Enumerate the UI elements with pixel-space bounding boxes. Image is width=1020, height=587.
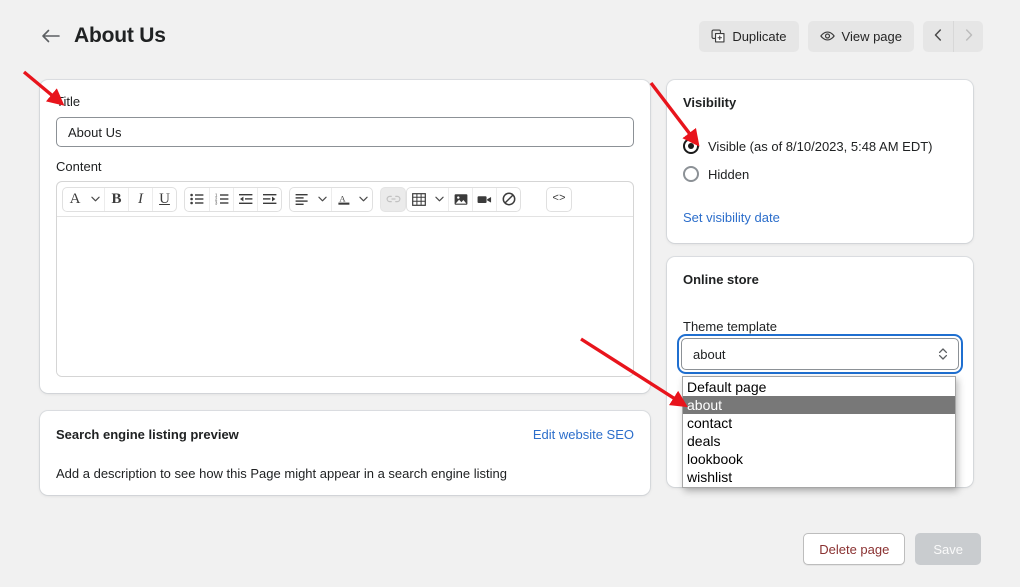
dropdown-option-deals[interactable]: deals — [683, 432, 955, 450]
code-view-icon[interactable]: <> — [547, 187, 571, 212]
title-input[interactable] — [56, 117, 634, 147]
dropdown-option-lookbook[interactable]: lookbook — [683, 450, 955, 468]
page-navigation-group — [923, 21, 983, 52]
align-chevron-icon[interactable] — [314, 187, 331, 212]
visibility-heading: Visibility — [683, 95, 957, 110]
clear-formatting-icon[interactable] — [496, 187, 520, 212]
image-icon[interactable] — [448, 187, 472, 212]
radio-hidden[interactable]: Hidden — [683, 166, 749, 182]
theme-template-select[interactable]: about — [681, 338, 959, 370]
chevron-right-icon — [965, 29, 973, 44]
toolbar-group-media — [406, 187, 521, 212]
svg-text:3: 3 — [215, 201, 218, 205]
outdent-icon[interactable] — [233, 187, 257, 212]
font-family-chevron-icon[interactable] — [87, 187, 104, 212]
toolbar-group-code: <> — [546, 187, 572, 212]
content-editor-body[interactable] — [57, 217, 633, 376]
arrow-left-icon[interactable] — [40, 26, 60, 46]
seo-header-row: Search engine listing preview Edit websi… — [56, 427, 634, 442]
text-color-icon[interactable]: A — [331, 187, 355, 212]
page-header: About Us Duplicate View page — [0, 0, 1020, 72]
theme-template-select-wrap: about — [681, 338, 959, 370]
theme-template-dropdown-list[interactable]: Default page about contact deals lookboo… — [682, 376, 956, 488]
chevron-left-icon — [934, 29, 942, 44]
bold-icon[interactable]: B — [104, 187, 128, 212]
table-icon[interactable] — [407, 187, 431, 212]
header-actions: Duplicate View page — [699, 21, 983, 52]
numbered-list-icon[interactable]: 1 2 3 — [209, 187, 233, 212]
radio-hidden-indicator — [683, 166, 699, 182]
previous-page-button[interactable] — [923, 21, 953, 52]
view-page-button-label: View page — [842, 29, 902, 44]
toolbar-group-align-color: A — [289, 187, 373, 212]
font-family-icon[interactable]: A — [63, 187, 87, 212]
svg-text:A: A — [339, 193, 346, 203]
indent-icon[interactable] — [257, 187, 281, 212]
duplicate-button[interactable]: Duplicate — [699, 21, 798, 52]
chevron-up-down-icon — [938, 346, 948, 362]
radio-visible-indicator — [683, 138, 699, 154]
dropdown-option-wishlist[interactable]: wishlist — [683, 468, 955, 486]
footer-actions: Delete page Save — [803, 533, 981, 565]
radio-visible[interactable]: Visible (as of 8/10/2023, 5:48 AM EDT) — [683, 138, 933, 154]
align-icon[interactable] — [290, 187, 314, 212]
radio-hidden-label: Hidden — [708, 167, 749, 182]
seo-title: Search engine listing preview — [56, 427, 239, 442]
set-visibility-date-link[interactable]: Set visibility date — [683, 210, 780, 225]
online-store-heading: Online store — [683, 272, 957, 287]
theme-template-value: about — [693, 347, 726, 362]
content-label: Content — [56, 159, 102, 174]
seo-description: Add a description to see how this Page m… — [56, 466, 634, 481]
delete-page-button[interactable]: Delete page — [803, 533, 905, 565]
save-button: Save — [915, 533, 981, 565]
edit-website-seo-link[interactable]: Edit website SEO — [533, 427, 634, 442]
duplicate-icon — [711, 29, 725, 43]
content-editor: A B I U 1 2 — [56, 181, 634, 377]
link-icon — [381, 187, 405, 212]
bulleted-list-icon[interactable] — [185, 187, 209, 212]
toolbar-group-insert — [380, 187, 406, 212]
eye-icon — [820, 29, 835, 43]
title-label: Title — [56, 94, 80, 109]
toolbar-group-text-style: A B I U — [62, 187, 177, 212]
page-title: About Us — [74, 24, 166, 48]
duplicate-button-label: Duplicate — [732, 29, 786, 44]
editor-toolbar: A B I U 1 2 — [57, 182, 633, 217]
italic-icon[interactable]: I — [128, 187, 152, 212]
dropdown-option-contact[interactable]: contact — [683, 414, 955, 432]
page-content-card: Title Content A B I U — [40, 80, 650, 393]
visibility-card: Visibility Visible (as of 8/10/2023, 5:4… — [667, 80, 973, 243]
dropdown-option-about[interactable]: about — [683, 396, 955, 414]
header-left-group: About Us — [40, 24, 166, 48]
video-icon[interactable] — [472, 187, 496, 212]
underline-icon[interactable]: U — [152, 187, 176, 212]
text-color-chevron-icon[interactable] — [355, 187, 372, 212]
toolbar-group-lists: 1 2 3 — [184, 187, 282, 212]
table-chevron-icon[interactable] — [431, 187, 448, 212]
next-page-button — [953, 21, 983, 52]
theme-template-label: Theme template — [683, 319, 777, 334]
view-page-button[interactable]: View page — [808, 21, 914, 52]
dropdown-option-default-page[interactable]: Default page — [683, 378, 955, 396]
radio-visible-label: Visible (as of 8/10/2023, 5:48 AM EDT) — [708, 139, 933, 154]
seo-preview-card: Search engine listing preview Edit websi… — [40, 411, 650, 495]
